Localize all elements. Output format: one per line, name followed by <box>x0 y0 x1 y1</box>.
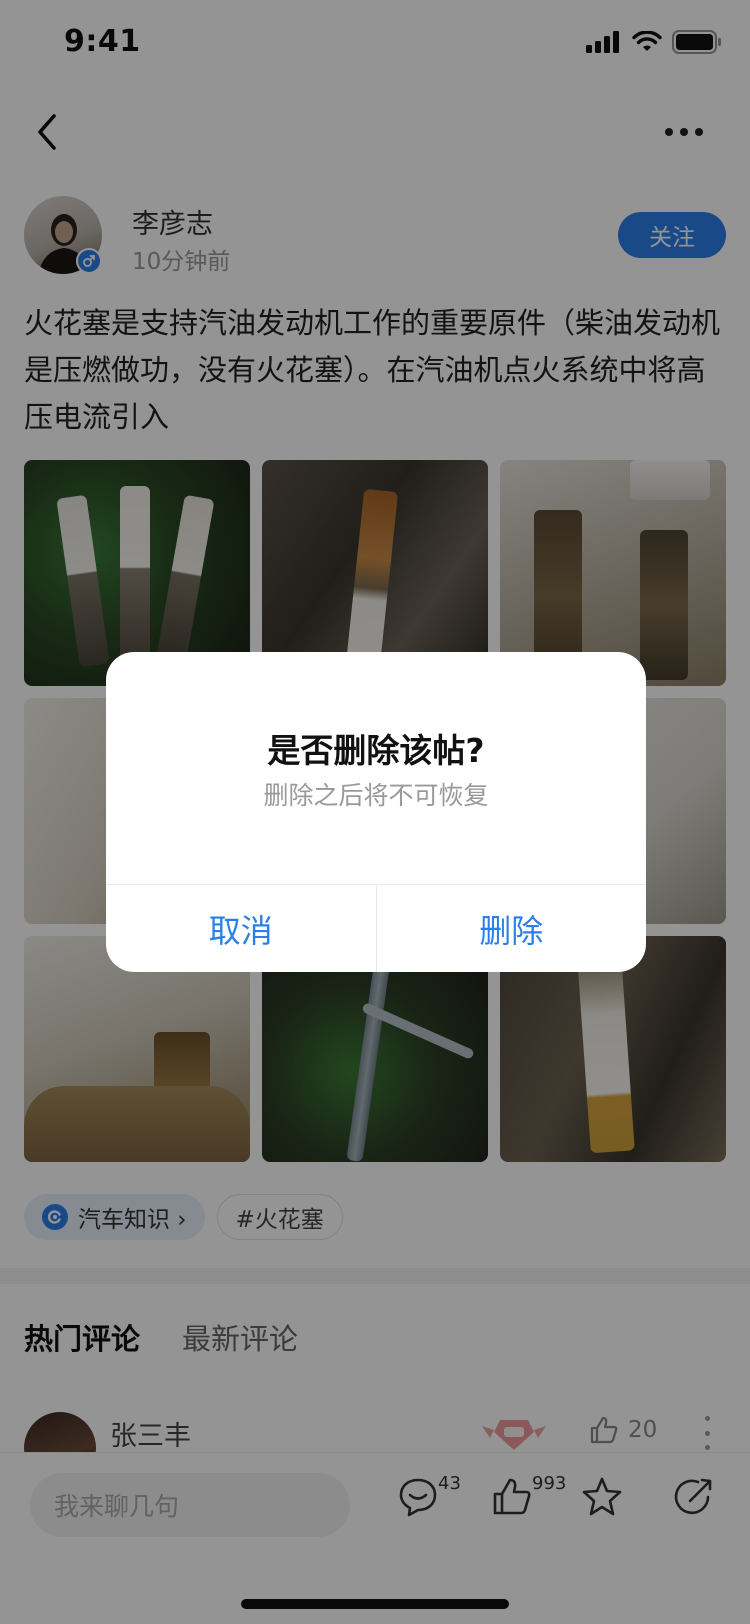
cancel-button[interactable]: 取消 <box>106 885 376 972</box>
screen: 9:41 李彦志 10分钟前 关注 火花塞是支持汽油发动机工作的重要原件（柴油发… <box>0 0 750 1624</box>
dialog-title: 是否删除该帖? <box>267 731 485 770</box>
delete-button[interactable]: 删除 <box>375 885 647 972</box>
delete-confirm-dialog: 是否删除该帖? 删除之后将不可恢复 取消 删除 <box>106 652 646 972</box>
dialog-actions: 取消 删除 <box>106 884 646 972</box>
dialog-subtitle: 删除之后将不可恢复 <box>263 781 489 810</box>
